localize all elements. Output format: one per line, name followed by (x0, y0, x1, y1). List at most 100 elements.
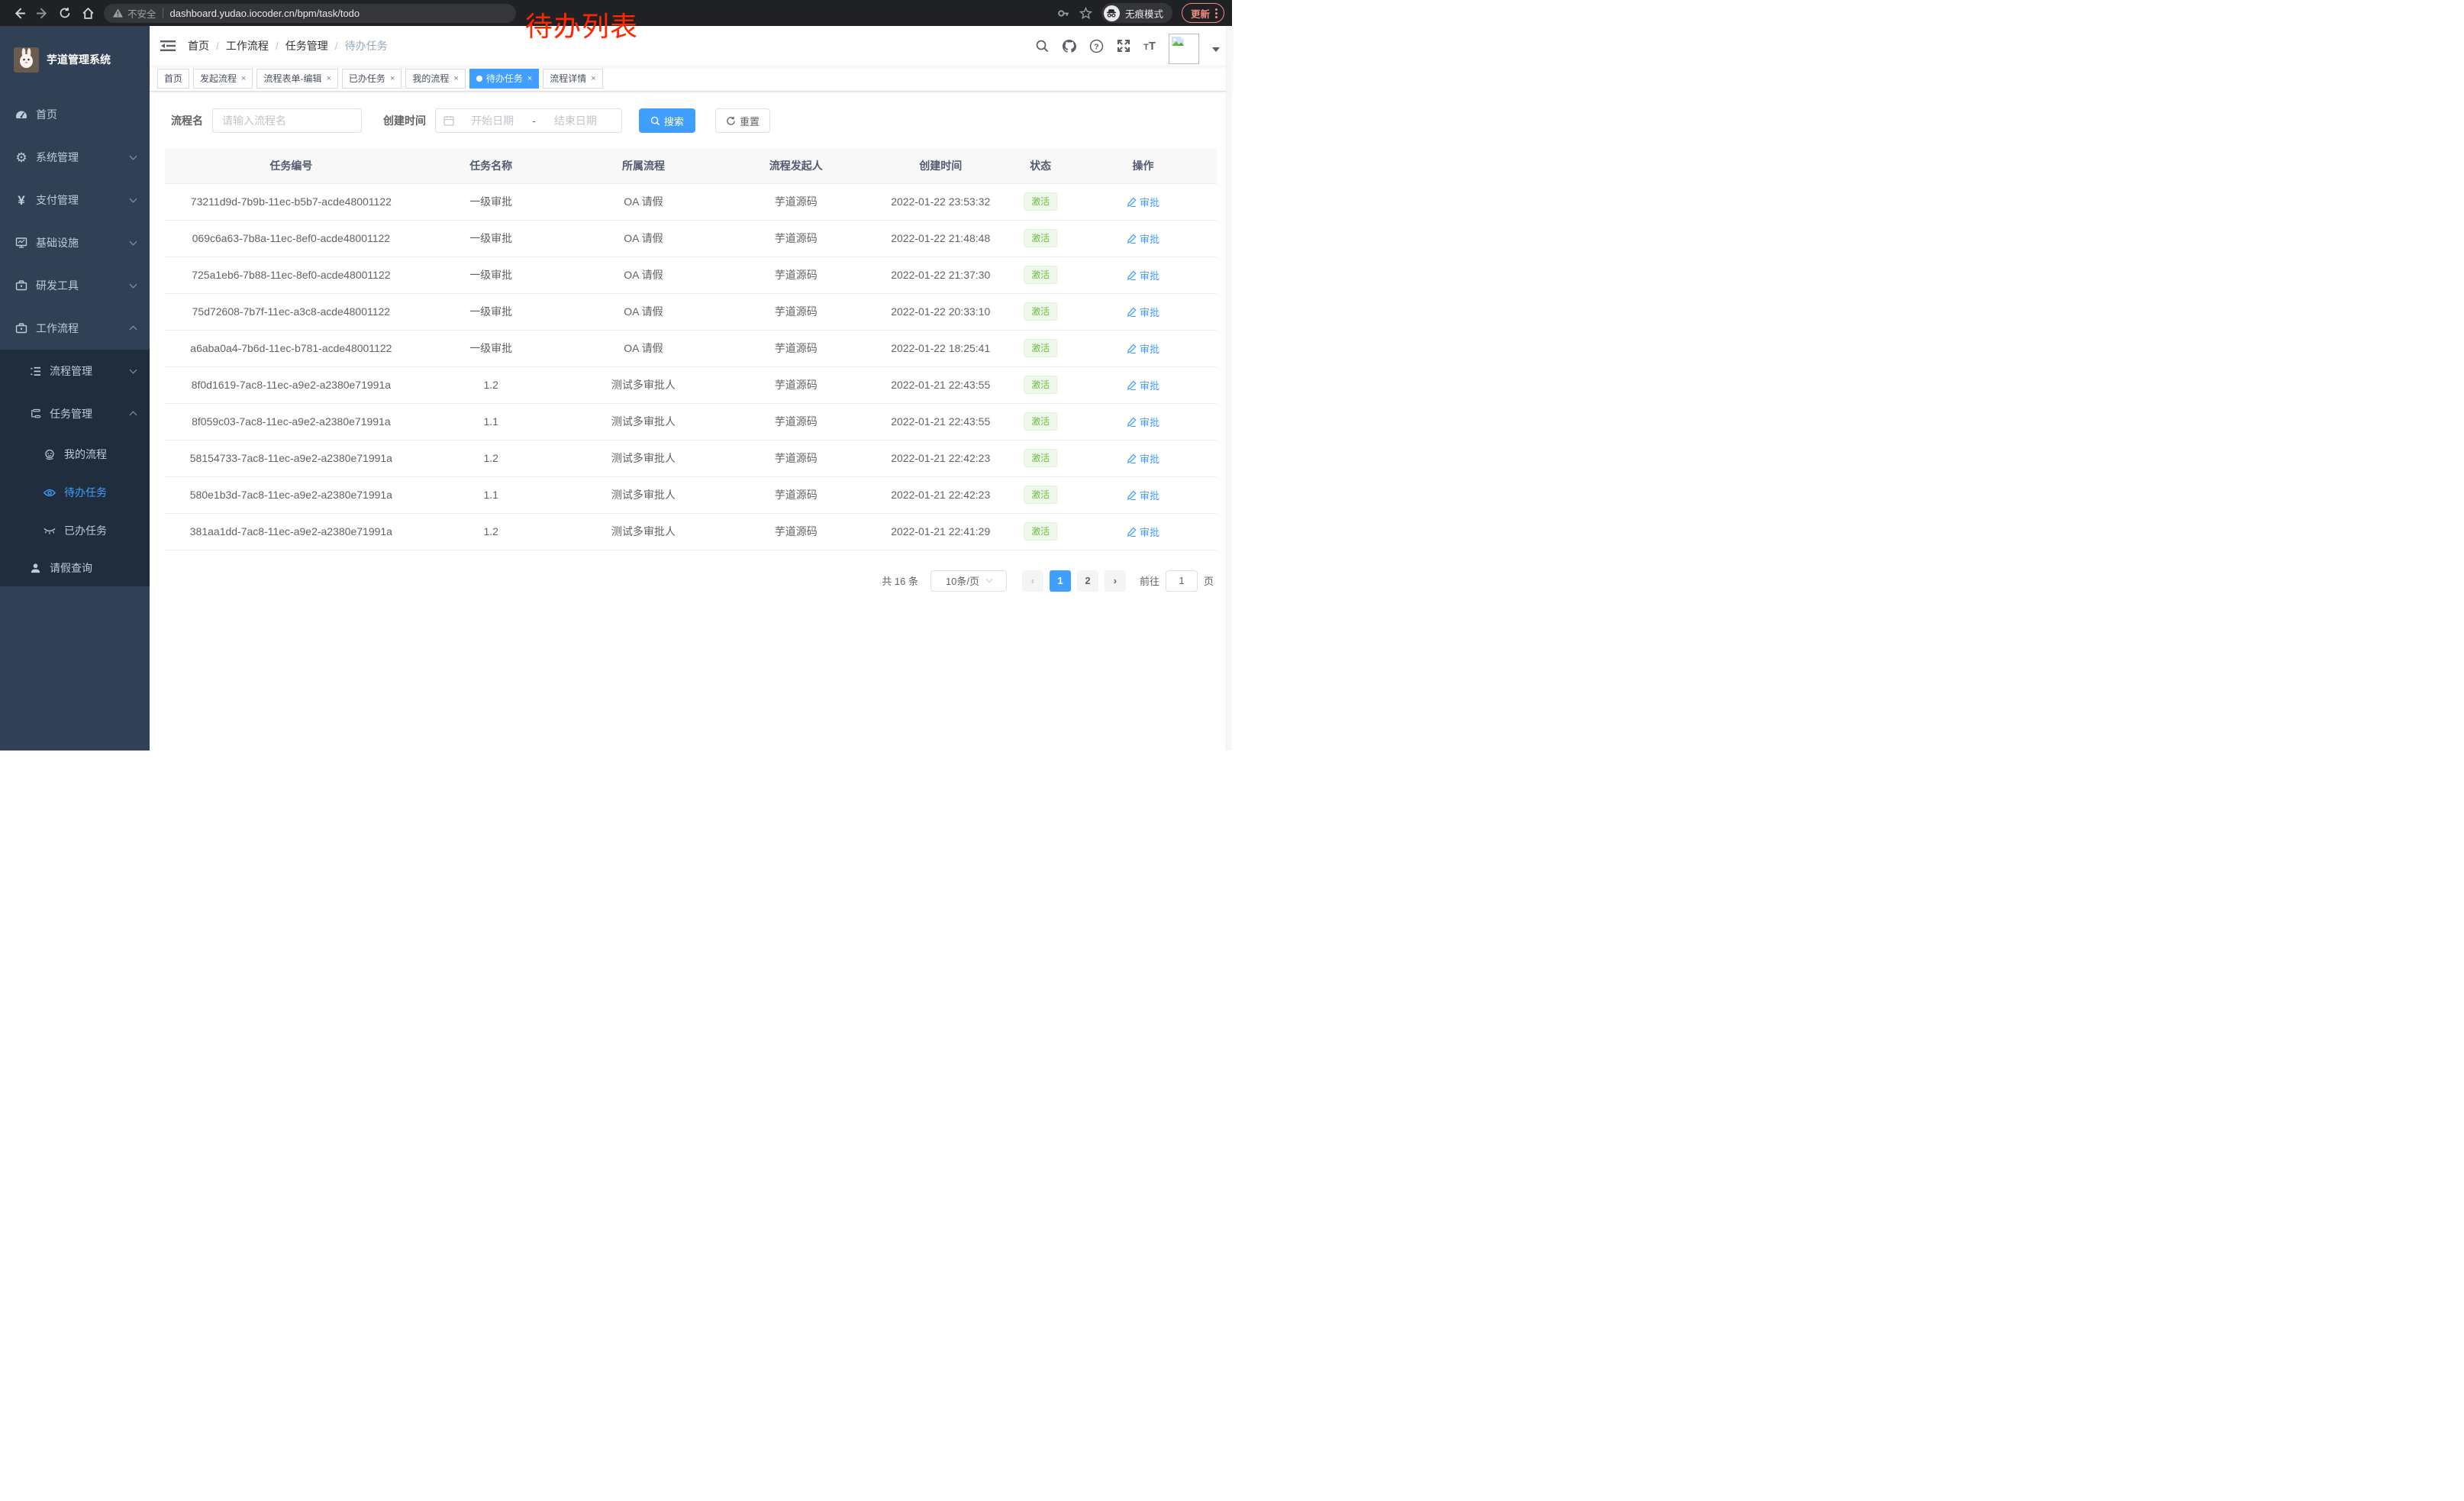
cell-task-name: 一级审批 (418, 220, 565, 257)
sidebar-item-label: 请假查询 (50, 560, 92, 576)
table-row: 8f059c03-7ac8-11ec-a9e2-a2380e71991a 1.1… (165, 403, 1217, 440)
browser-chrome: 不安全 dashboard.yudao.iocoder.cn/bpm/task/… (0, 0, 1232, 26)
page-size-select[interactable]: 10条/页 (930, 570, 1007, 592)
cell-task-name: 1.2 (418, 440, 565, 476)
sidebar-item-infra[interactable]: 基础设施 (0, 221, 150, 264)
range-separator: - (531, 115, 537, 127)
browser-menu-icon[interactable] (1215, 8, 1217, 18)
page-button-2[interactable]: 2 (1077, 570, 1098, 592)
sidebar-item-payment[interactable]: ¥ 支付管理 (0, 179, 150, 221)
sidebar-item-task-mgmt[interactable]: 任务管理 (0, 392, 150, 435)
sidebar-collapse-icon[interactable] (160, 39, 176, 53)
status-badge: 激活 (1024, 449, 1057, 467)
filter-form: 流程名 创建时间 开始日期 - 结束日期 (171, 108, 1217, 133)
app-logo-row[interactable]: 芋道管理系统 (0, 26, 150, 93)
start-date-placeholder[interactable]: 开始日期 (454, 113, 531, 128)
cell-starter: 芋道源码 (722, 293, 869, 330)
sidebar-item-process-mgmt[interactable]: 流程管理 (0, 350, 150, 392)
prev-page-button[interactable]: ‹ (1022, 570, 1043, 592)
sidebar-item-label: 待办任务 (64, 485, 107, 500)
close-icon[interactable]: × (527, 74, 532, 83)
next-page-button[interactable]: › (1105, 570, 1126, 592)
edit-pencil-icon (1127, 344, 1137, 353)
github-icon[interactable] (1062, 39, 1076, 53)
browser-back-icon[interactable] (8, 3, 31, 23)
tags-view-bar: 首页 发起流程× 流程表单-编辑× 已办任务× 我的流程× 待办任务× 流程详情… (150, 66, 1232, 92)
tab-home[interactable]: 首页 (157, 69, 189, 89)
create-time-label: 创建时间 (383, 113, 426, 128)
approve-button[interactable]: 审批 (1127, 451, 1159, 466)
sidebar-item-done-task[interactable]: 已办任务 (0, 512, 150, 550)
approve-button[interactable]: 审批 (1127, 305, 1159, 319)
approve-button[interactable]: 审批 (1127, 231, 1159, 246)
breadcrumb-home[interactable]: 首页 (188, 38, 209, 53)
search-icon[interactable] (1035, 39, 1049, 53)
approve-button[interactable]: 审批 (1127, 195, 1159, 209)
tab-done-task[interactable]: 已办任务× (342, 69, 402, 89)
sidebar-item-my-process[interactable]: 我的流程 (0, 435, 150, 473)
incognito-label: 无痕模式 (1125, 6, 1163, 21)
goto-page-input[interactable] (1166, 570, 1198, 592)
sidebar-item-workflow[interactable]: 工作流程 (0, 307, 150, 350)
breadcrumb-workflow[interactable]: 工作流程 (226, 38, 269, 53)
password-key-icon[interactable] (1057, 7, 1070, 20)
tab-process-detail[interactable]: 流程详情× (543, 69, 602, 89)
sidebar-item-leave-query[interactable]: 请假查询 (0, 550, 150, 586)
approve-button[interactable]: 审批 (1127, 341, 1159, 356)
update-label[interactable]: 更新 (1191, 6, 1210, 21)
sidebar-item-todo-task[interactable]: 待办任务 (0, 473, 150, 512)
breadcrumb-task-mgmt[interactable]: 任务管理 (285, 38, 328, 53)
sidebar-item-devtools[interactable]: 研发工具 (0, 264, 150, 307)
security-label[interactable]: 不安全 (127, 6, 156, 21)
font-size-icon[interactable]: TT (1143, 40, 1156, 53)
fullscreen-icon[interactable] (1117, 39, 1130, 53)
cell-create-time: 2022-01-22 21:37:30 (869, 257, 1011, 293)
not-secure-warning-icon[interactable] (113, 8, 123, 18)
breadcrumb: 首页 / 工作流程 / 任务管理 / 待办任务 (188, 38, 388, 53)
sidebar-item-home[interactable]: 首页 (0, 93, 150, 136)
avatar[interactable] (1169, 34, 1199, 64)
tab-form-edit[interactable]: 流程表单-编辑× (256, 69, 337, 89)
browser-update-button[interactable]: 更新 (1182, 3, 1224, 23)
browser-reload-icon[interactable] (53, 3, 76, 23)
page-button-1[interactable]: 1 (1050, 570, 1071, 592)
cell-create-time: 2022-01-22 18:25:41 (869, 330, 1011, 366)
browser-home-icon[interactable] (76, 3, 99, 23)
browser-forward-icon[interactable] (31, 3, 53, 23)
cell-task-id: 725a1eb6-7b88-11ec-8ef0-acde48001122 (165, 257, 418, 293)
sidebar-item-label: 研发工具 (36, 278, 79, 293)
approve-button[interactable]: 审批 (1127, 525, 1159, 539)
date-range-picker[interactable]: 开始日期 - 结束日期 (435, 108, 622, 133)
cell-create-time: 2022-01-22 20:33:10 (869, 293, 1011, 330)
close-icon[interactable]: × (591, 74, 595, 83)
url-text[interactable]: dashboard.yudao.iocoder.cn/bpm/task/todo (170, 8, 360, 19)
tab-todo-task[interactable]: 待办任务× (469, 69, 539, 89)
address-bar[interactable]: 不安全 dashboard.yudao.iocoder.cn/bpm/task/… (104, 4, 516, 23)
help-icon[interactable]: ? (1089, 39, 1104, 53)
approve-button[interactable]: 审批 (1127, 378, 1159, 392)
approve-button[interactable]: 审批 (1127, 415, 1159, 429)
close-icon[interactable]: × (241, 74, 246, 83)
tab-my-process[interactable]: 我的流程× (405, 69, 465, 89)
approve-button[interactable]: 审批 (1127, 268, 1159, 282)
sidebar-item-label: 我的流程 (64, 447, 107, 462)
end-date-placeholder[interactable]: 结束日期 (537, 113, 614, 128)
sidebar-item-system[interactable]: ⚙ 系统管理 (0, 136, 150, 179)
bookmark-star-icon[interactable] (1079, 7, 1092, 20)
col-status: 状态 (1011, 148, 1069, 183)
avatar-dropdown-caret[interactable] (1212, 47, 1220, 52)
tab-start-process[interactable]: 发起流程× (193, 69, 253, 89)
edit-pencil-icon (1127, 380, 1137, 390)
table-row: 725a1eb6-7b88-11ec-8ef0-acde48001122 一级审… (165, 257, 1217, 293)
reset-button[interactable]: 重置 (715, 108, 770, 133)
close-icon[interactable]: × (390, 74, 395, 83)
cell-starter: 芋道源码 (722, 257, 869, 293)
approve-button[interactable]: 审批 (1127, 488, 1159, 502)
close-icon[interactable]: × (453, 74, 458, 83)
edit-pencil-icon (1127, 307, 1137, 317)
process-name-input[interactable] (222, 115, 352, 127)
close-icon[interactable]: × (326, 74, 331, 83)
search-button[interactable]: 搜索 (639, 108, 695, 133)
sidebar: 芋道管理系统 首页 ⚙ 系统管理 ¥ 支付管理 (0, 26, 150, 750)
window-scrollbar[interactable] (1226, 26, 1232, 750)
